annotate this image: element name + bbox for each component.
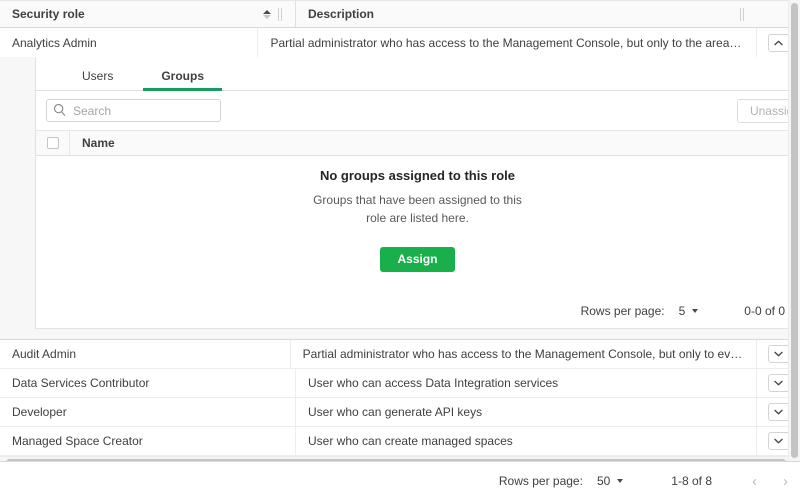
horizontal-scrollbar-thumb[interactable] <box>6 459 786 462</box>
table-row[interactable]: Analytics Admin Partial administrator wh… <box>0 28 800 57</box>
table-row[interactable]: Data Services Contributor User who can a… <box>0 369 800 398</box>
groups-pagination: Rows per page: 5 0-0 of 0 <box>36 294 799 328</box>
vertical-scrollbar-thumb[interactable] <box>791 3 798 458</box>
groups-rows-per-page-value: 5 <box>679 304 686 318</box>
detail-toolbar: Unassign <box>36 91 799 130</box>
cell-security-role: Developer <box>0 398 296 426</box>
select-all-checkbox[interactable] <box>47 137 59 149</box>
groups-column-header-name[interactable]: Name <box>70 136 115 150</box>
cell-description: User who can generate API keys <box>296 398 757 426</box>
column-header-tools <box>262 8 283 21</box>
chevron-down-icon-button[interactable] <box>768 345 790 363</box>
column-header-security-role[interactable]: Security role <box>0 1 296 27</box>
search-field-wrapper <box>46 99 221 122</box>
table-header-row: Security role Description <box>0 0 800 28</box>
chevron-down-icon <box>774 438 783 444</box>
detail-tabs: Users Groups <box>36 57 799 91</box>
role-detail-card: Users Groups <box>35 57 800 329</box>
column-resize-handle-description[interactable] <box>739 8 745 21</box>
pagination-range: 1-8 of 8 <box>671 474 712 488</box>
table-row[interactable]: Developer User who can generate API keys <box>0 398 800 427</box>
rows-per-page-label: Rows per page: <box>499 474 583 488</box>
table-row[interactable]: Audit Admin Partial administrator who ha… <box>0 340 800 369</box>
groups-rows-per-page-select[interactable]: 5 <box>679 304 699 318</box>
cell-description: Partial administrator who has access to … <box>258 28 757 57</box>
cell-security-role: Data Services Contributor <box>0 369 296 397</box>
groups-pagination-range: 0-0 of 0 <box>744 304 785 318</box>
column-header-description[interactable]: Description <box>296 1 757 27</box>
pagination-nav: ‹ › <box>752 474 788 489</box>
chevron-down-icon <box>774 351 783 357</box>
vertical-scrollbar[interactable] <box>788 0 800 462</box>
previous-page-button[interactable]: ‹ <box>752 474 757 489</box>
rows-per-page-select[interactable]: 50 <box>597 474 623 488</box>
assign-button[interactable]: Assign <box>380 247 454 272</box>
table-pagination: Rows per page: 50 1-8 of 8 ‹ › <box>0 462 800 500</box>
select-all-cell <box>36 131 70 155</box>
rows-per-page-value: 50 <box>597 474 610 488</box>
tab-users-label: Users <box>82 69 113 83</box>
empty-state-subtitle: Groups that have been assigned to this r… <box>312 192 524 227</box>
security-roles-page: Security role Description Analytics Admi <box>0 0 800 501</box>
tab-groups-label: Groups <box>161 69 204 83</box>
column-header-description-label: Description <box>308 7 374 21</box>
column-resize-handle[interactable] <box>277 8 283 21</box>
tab-users[interactable]: Users <box>58 70 137 90</box>
column-header-security-role-label: Security role <box>12 7 85 21</box>
chevron-down-icon <box>692 309 698 313</box>
cell-security-role: Analytics Admin <box>0 28 258 57</box>
cell-description: Partial administrator who has access to … <box>291 340 757 368</box>
security-roles-table: Security role Description Analytics Admi <box>0 0 800 462</box>
horizontal-scrollbar[interactable] <box>0 456 800 462</box>
search-input[interactable] <box>46 99 221 122</box>
empty-state-title: No groups assigned to this role <box>320 168 515 183</box>
chevron-down-icon-button[interactable] <box>768 403 790 421</box>
next-page-button[interactable]: › <box>783 474 788 489</box>
chevron-up-icon-button[interactable] <box>768 34 790 52</box>
column-header-description-tools <box>739 8 745 21</box>
chevron-down-icon <box>774 380 783 386</box>
cell-description: User who can create managed spaces <box>296 427 757 455</box>
cell-description: User who can access Data Integration ser… <box>296 369 757 397</box>
tab-groups[interactable]: Groups <box>137 70 228 90</box>
groups-empty-state: No groups assigned to this role Groups t… <box>36 156 799 294</box>
chevron-down-icon-button[interactable] <box>768 432 790 450</box>
chevron-down-icon-button[interactable] <box>768 374 790 392</box>
groups-rows-per-page-label: Rows per page: <box>581 304 665 318</box>
sort-ascending-icon[interactable] <box>262 10 271 19</box>
chevron-down-icon <box>774 409 783 415</box>
table-row[interactable]: Managed Space Creator User who can creat… <box>0 427 800 456</box>
chevron-down-icon <box>617 479 623 483</box>
cell-security-role: Audit Admin <box>0 340 291 368</box>
role-detail-panel: Users Groups <box>0 57 800 340</box>
groups-grid-header: Name <box>36 130 799 156</box>
chevron-up-icon <box>774 40 783 46</box>
cell-security-role: Managed Space Creator <box>0 427 296 455</box>
